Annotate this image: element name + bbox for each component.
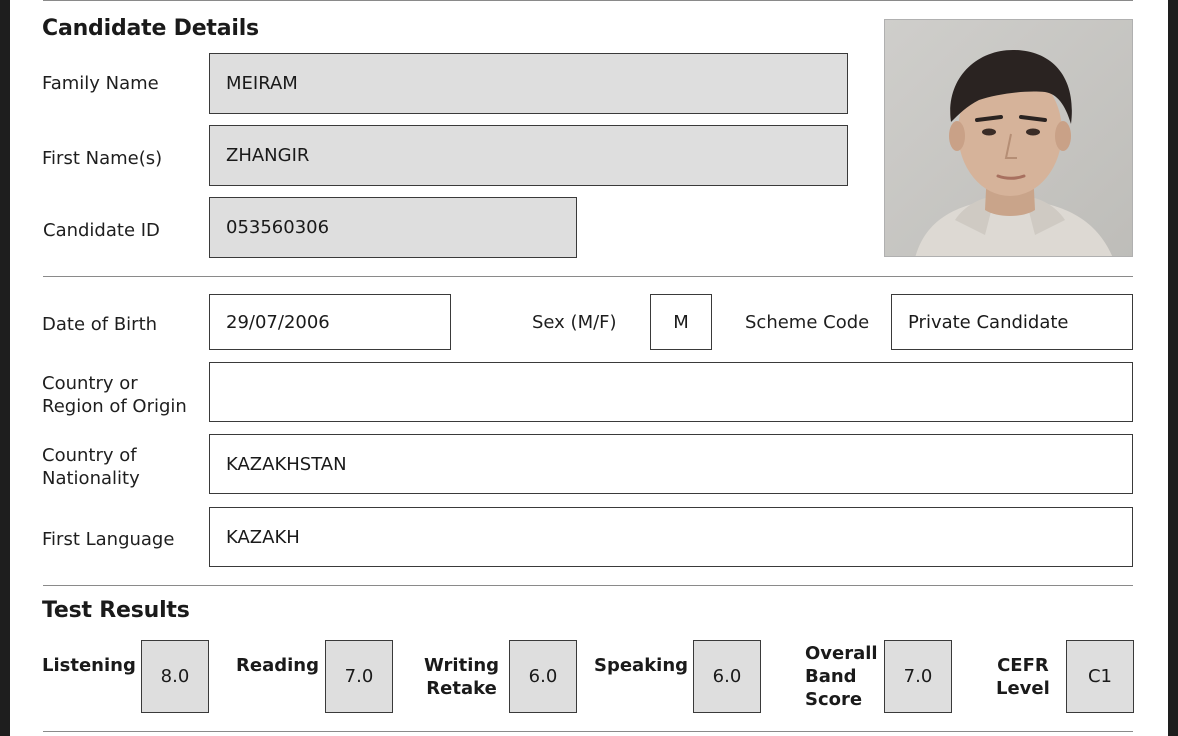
- candidate-photo: [884, 19, 1133, 257]
- listening-score: 8.0: [141, 640, 209, 713]
- speaking-score: 6.0: [693, 640, 761, 713]
- first-name-label: First Name(s): [42, 148, 163, 169]
- portrait-icon: [885, 20, 1132, 256]
- listening-label: Listening: [42, 655, 136, 676]
- speaking-label: Speaking: [594, 655, 689, 676]
- candidate-id-label: Candidate ID: [43, 220, 160, 241]
- candidate-details-heading: Candidate Details: [42, 16, 259, 41]
- cefr-level-score: C1: [1066, 640, 1134, 713]
- bottom-divider: [43, 731, 1133, 732]
- overall-band-score: 7.0: [884, 640, 952, 713]
- dob-field: 29/07/2006: [209, 294, 451, 350]
- cefr-level-label: CEFR Level: [996, 655, 1050, 699]
- origin-label: Country or Region of Origin: [42, 373, 187, 417]
- section-divider-2: [43, 585, 1133, 586]
- section-divider-1: [43, 276, 1133, 277]
- first-language-label: First Language: [42, 529, 175, 550]
- sex-label: Sex (M/F): [532, 312, 617, 333]
- scheme-code-field: Private Candidate: [891, 294, 1133, 350]
- reading-score: 7.0: [325, 640, 393, 713]
- family-name-label: Family Name: [42, 73, 159, 94]
- overall-band-label: Overall Band Score: [805, 643, 878, 710]
- origin-field: [209, 362, 1133, 422]
- nationality-field: KAZAKHSTAN: [209, 434, 1133, 494]
- family-name-field: MEIRAM: [209, 53, 848, 114]
- writing-score: 6.0: [509, 640, 577, 713]
- first-language-field: KAZAKH: [209, 507, 1133, 567]
- scheme-code-label: Scheme Code: [745, 312, 870, 333]
- sex-field: M: [650, 294, 712, 350]
- candidate-id-field: 053560306: [209, 197, 577, 258]
- writing-label: Writing Retake: [424, 655, 500, 699]
- nationality-label: Country of Nationality: [42, 445, 140, 489]
- reading-label: Reading: [236, 655, 319, 676]
- dob-label: Date of Birth: [42, 314, 158, 335]
- top-divider: [43, 0, 1133, 1]
- test-results-heading: Test Results: [42, 598, 190, 623]
- first-name-field: ZHANGIR: [209, 125, 848, 186]
- certificate-page: Candidate Details Family Name MEIRAM Fir…: [10, 0, 1168, 736]
